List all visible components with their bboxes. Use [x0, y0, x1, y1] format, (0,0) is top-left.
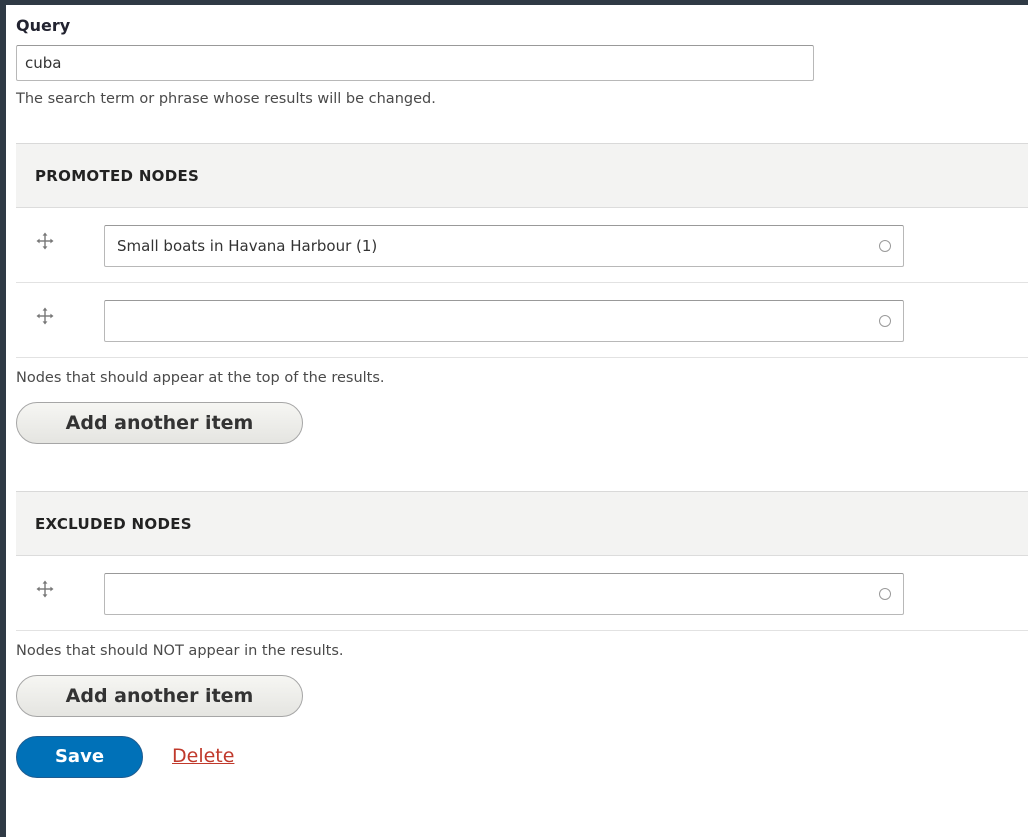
move-icon[interactable] — [36, 307, 54, 325]
promoted-node-row: Small boats in Havana Harbour (1) — [16, 208, 1028, 283]
promoted-nodes-header: PROMOTED NODES — [16, 144, 1028, 208]
promoted-node-row — [16, 283, 1028, 358]
search-override-form: Query cuba The search term or phrase who… — [16, 5, 1028, 778]
form-actions: Save Delete — [16, 736, 1028, 778]
query-label: Query — [16, 16, 71, 35]
promoted-node-autocomplete[interactable]: Small boats in Havana Harbour (1) — [104, 225, 904, 267]
promoted-node-value: Small boats in Havana Harbour (1) — [117, 237, 378, 255]
window-left-border — [0, 0, 6, 837]
add-excluded-item-button[interactable]: Add another item — [16, 675, 303, 717]
excluded-nodes-table: EXCLUDED NODES — [16, 491, 1028, 631]
move-icon[interactable] — [36, 232, 54, 250]
add-promoted-item-button[interactable]: Add another item — [16, 402, 303, 444]
query-description: The search term or phrase whose results … — [16, 91, 436, 107]
delete-link[interactable]: Delete — [172, 745, 234, 767]
move-icon[interactable] — [36, 580, 54, 598]
excluded-node-row — [16, 556, 1028, 631]
throbber-icon — [879, 240, 891, 252]
throbber-icon — [879, 588, 891, 600]
promoted-nodes-description: Nodes that should appear at the top of t… — [16, 370, 385, 386]
page: Query cuba The search term or phrase who… — [0, 0, 1028, 837]
excluded-nodes-header: EXCLUDED NODES — [16, 492, 1028, 556]
promoted-node-autocomplete[interactable] — [104, 300, 904, 342]
excluded-node-autocomplete[interactable] — [104, 573, 904, 615]
throbber-icon — [879, 315, 891, 327]
query-input[interactable]: cuba — [16, 45, 814, 81]
excluded-nodes-description: Nodes that should NOT appear in the resu… — [16, 643, 344, 659]
promoted-nodes-table: PROMOTED NODES Small boats in Havana Har… — [16, 143, 1028, 358]
save-button[interactable]: Save — [16, 736, 143, 778]
